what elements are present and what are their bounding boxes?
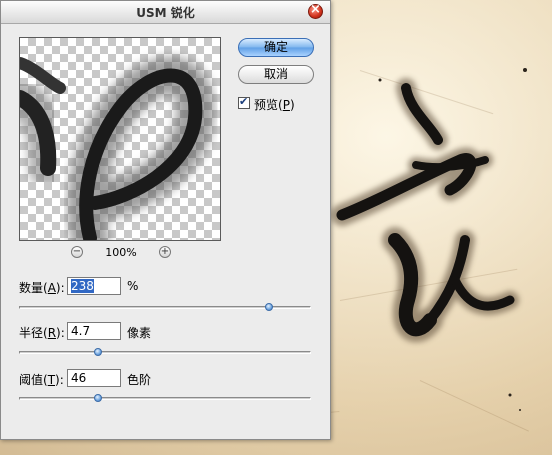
zoom-in-icon[interactable]: + [159, 246, 171, 258]
label-text: ): [55, 373, 64, 387]
radius-input[interactable]: 4.7 [67, 322, 121, 340]
usm-sharpen-dialog: USM 锐化 − 100% + 确定 取消 预览(P) 数量(A): 238 % [0, 0, 331, 440]
radius-unit: 像素 [127, 326, 152, 340]
radius-label: 半径(R): [19, 324, 65, 341]
label-text: ): [55, 281, 65, 295]
threshold-slider[interactable] [19, 394, 311, 402]
close-icon[interactable] [308, 2, 323, 19]
dialog-title: USM 锐化 [136, 6, 195, 20]
ok-button[interactable]: 确定 [238, 38, 314, 57]
preview-checkbox[interactable] [238, 95, 250, 109]
amount-slider-thumb[interactable] [265, 303, 274, 311]
calligraphy-artwork [331, 68, 527, 411]
label-mnemonic: A [47, 281, 56, 295]
label-mnemonic: R [47, 326, 57, 340]
preview-checkbox-label[interactable]: 预览(P) [254, 96, 295, 113]
preview-pane[interactable] [19, 37, 221, 241]
dialog-titlebar[interactable]: USM 锐化 [1, 1, 330, 24]
label-text: 数量( [19, 281, 48, 295]
amount-unit: % [127, 279, 139, 293]
threshold-label: 阈值(T): [19, 371, 64, 388]
zoom-out-icon[interactable]: − [71, 246, 83, 258]
cancel-button[interactable]: 取消 [238, 65, 314, 84]
amount-input[interactable]: 238 [67, 277, 121, 295]
threshold-unit: 色阶 [127, 373, 152, 387]
amount-value: 238 [71, 279, 94, 293]
label-text: 预览( [254, 98, 283, 112]
label-mnemonic: P [282, 98, 290, 112]
preview-image [20, 56, 215, 240]
zoom-level: 100% [105, 246, 137, 259]
label-mnemonic: T [47, 373, 56, 387]
amount-slider[interactable] [19, 303, 311, 311]
threshold-input[interactable]: 46 [67, 369, 121, 387]
label-text: ): [56, 326, 65, 340]
label-text: ) [289, 98, 295, 112]
radius-slider-thumb[interactable] [94, 348, 103, 356]
label-text: 半径( [19, 326, 48, 340]
label-text: 阈值( [19, 373, 48, 387]
amount-label: 数量(A): [19, 279, 65, 296]
radius-slider[interactable] [19, 348, 311, 356]
threshold-value: 46 [71, 371, 87, 385]
radius-value: 4.7 [71, 324, 91, 338]
threshold-slider-thumb[interactable] [94, 394, 103, 402]
